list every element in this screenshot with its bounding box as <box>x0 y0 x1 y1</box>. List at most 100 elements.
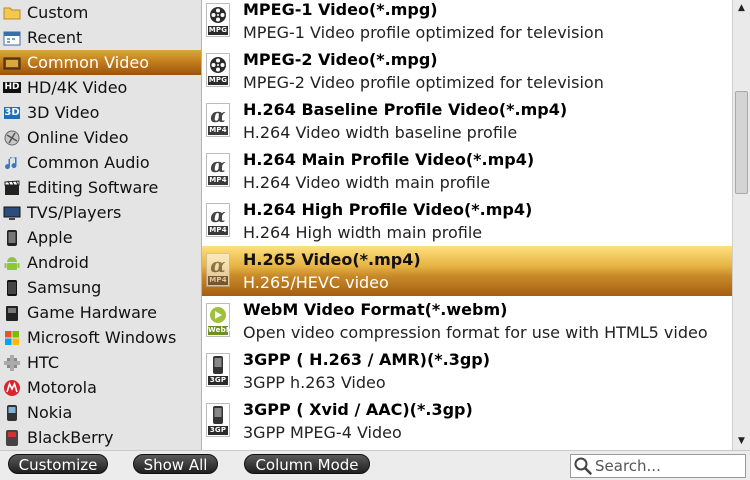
scroll-down-arrow-icon[interactable]: ▼ <box>733 433 750 448</box>
3d-icon: 3D <box>4 106 20 119</box>
format-description: H.264 High width main profile <box>243 223 483 242</box>
format-icon-tag: MP4 <box>208 126 228 135</box>
category-item[interactable]: Samsung <box>0 275 201 300</box>
category-label: TVS/Players <box>27 203 122 222</box>
category-label: Editing Software <box>27 178 159 197</box>
category-item[interactable]: Custom <box>0 0 201 25</box>
format-item[interactable]: α MP4 H.264 Main Profile Video(*.mp4) H.264… <box>202 146 732 196</box>
scroll-thumb[interactable] <box>735 91 748 194</box>
category-list: Custom Recent Common Video HD HD/4K Video 3D 3… <box>0 0 202 450</box>
format-list: MPG MPEG-1 Video(*.mpg) MPEG-1 Video profi… <box>202 0 732 450</box>
customize-button[interactable]: Customize <box>8 454 108 474</box>
format-icon-tag: WebM <box>208 326 233 335</box>
alpha-icon: α MP4 <box>206 103 230 137</box>
scroll-up-arrow-icon[interactable]: ▲ <box>733 0 750 15</box>
android-icon <box>3 254 21 272</box>
search-icon <box>574 457 592 475</box>
category-label: Common Video <box>27 53 149 72</box>
category-item[interactable]: BlackBerry <box>0 425 201 450</box>
format-list-scrollbar[interactable]: ▲ ▼ <box>732 0 750 450</box>
phone-icon <box>3 229 21 247</box>
phone-3gp-icon: 3GP <box>206 403 230 437</box>
category-label: Custom <box>27 3 89 22</box>
category-item[interactable]: Microsoft Windows <box>0 325 201 350</box>
folder-icon <box>3 4 21 22</box>
category-item[interactable]: Game Hardware <box>0 300 201 325</box>
category-label: Microsoft Windows <box>27 328 177 347</box>
format-description: H.264 Video width baseline profile <box>243 123 518 142</box>
blackberry-icon <box>3 429 21 447</box>
search-box[interactable] <box>570 454 746 478</box>
category-label: Online Video <box>27 128 129 147</box>
category-label: HTC <box>27 353 60 372</box>
category-label: Apple <box>27 228 73 247</box>
category-label: HD/4K Video <box>27 78 128 97</box>
format-item[interactable]: 3GP 3GPP ( Xvid / AAC)(*.3gp) 3GPP MPEG-4 … <box>202 396 732 446</box>
format-item[interactable]: α MP4 H.264 High Profile Video(*.mp4) H.264… <box>202 196 732 246</box>
category-label: Samsung <box>27 278 102 297</box>
show-all-button[interactable]: Show All <box>133 454 218 474</box>
format-item[interactable]: MPG MPEG-1 Video(*.mpg) MPEG-1 Video profi… <box>202 0 732 46</box>
format-title: 3GPP ( H.263 / AMR)(*.3gp) <box>243 350 491 369</box>
globe-icon <box>3 129 21 147</box>
film-icon <box>3 54 21 72</box>
format-icon-tag: 3GP <box>208 376 228 385</box>
motorola-logo-icon <box>3 379 21 397</box>
category-item[interactable]: Common Audio <box>0 150 201 175</box>
format-title: WebM Video Format(*.webm) <box>243 300 508 319</box>
category-label: 3D Video <box>27 103 100 122</box>
format-title: H.264 Main Profile Video(*.mp4) <box>243 150 535 169</box>
tv-icon <box>3 204 21 222</box>
format-icon-tag: MP4 <box>208 176 228 185</box>
category-item[interactable]: HD HD/4K Video <box>0 75 201 100</box>
category-item[interactable]: Recent <box>0 25 201 50</box>
category-label: Recent <box>27 28 83 47</box>
category-label: BlackBerry <box>27 428 114 447</box>
phone-3gp-icon: 3GP <box>206 353 230 387</box>
category-item[interactable]: TVS/Players <box>0 200 201 225</box>
category-item[interactable]: Android <box>0 250 201 275</box>
game-console-icon <box>3 304 21 322</box>
calendar-icon <box>3 29 21 47</box>
search-input[interactable] <box>593 457 745 475</box>
category-item[interactable]: HTC <box>0 350 201 375</box>
category-item[interactable]: Online Video <box>0 125 201 150</box>
samsung-phone-icon <box>3 279 21 297</box>
category-item[interactable]: Motorola <box>0 375 201 400</box>
film-reel-icon: MPG <box>206 3 230 37</box>
category-item[interactable]: Nokia <box>0 400 201 425</box>
htc-icon <box>3 354 21 372</box>
category-label: Motorola <box>27 378 97 397</box>
category-label: Android <box>27 253 89 272</box>
format-title: MPEG-1 Video(*.mpg) <box>243 0 438 19</box>
category-label: Common Audio <box>27 153 150 172</box>
category-item[interactable]: 3D 3D Video <box>0 100 201 125</box>
format-icon-tag: MP4 <box>208 276 228 285</box>
format-icon-tag: MPG <box>208 76 228 85</box>
category-item[interactable]: Common Video <box>0 50 201 75</box>
music-note-icon <box>3 154 21 172</box>
format-item[interactable]: MPG MPEG-2 Video(*.mpg) MPEG-2 Video profi… <box>202 46 732 96</box>
category-item[interactable]: Editing Software <box>0 175 201 200</box>
format-description: MPEG-1 Video profile optimized for telev… <box>243 23 604 42</box>
category-item[interactable]: Apple <box>0 225 201 250</box>
hd-icon: HD <box>3 82 21 93</box>
column-mode-button[interactable]: Column Mode <box>244 454 370 474</box>
format-title: H.264 High Profile Video(*.mp4) <box>243 200 533 219</box>
format-title: MPEG-2 Video(*.mpg) <box>243 50 438 69</box>
format-title: H.265 Video(*.mp4) <box>243 250 421 269</box>
alpha-icon: α MP4 <box>206 253 230 287</box>
alpha-icon: α MP4 <box>206 203 230 237</box>
windows-logo-icon <box>3 329 21 347</box>
clapperboard-icon <box>3 179 21 197</box>
webm-play-icon: WebM <box>206 303 233 337</box>
format-item[interactable]: WebM WebM Video Format(*.webm) Open video … <box>202 296 732 346</box>
format-item[interactable]: α MP4 H.265 Video(*.mp4) H.265/HEVC video <box>202 246 732 296</box>
format-item[interactable]: α MP4 H.264 Baseline Profile Video(*.mp4) H… <box>202 96 732 146</box>
format-item[interactable]: 3GP 3GPP ( H.263 / AMR)(*.3gp) 3GPP h.263 … <box>202 346 732 396</box>
format-icon-tag: MP4 <box>208 226 228 235</box>
format-title: H.264 Baseline Profile Video(*.mp4) <box>243 100 568 119</box>
format-description: H.265/HEVC video <box>243 273 389 292</box>
nokia-phone-icon <box>3 404 21 422</box>
alpha-icon: α MP4 <box>206 153 230 187</box>
